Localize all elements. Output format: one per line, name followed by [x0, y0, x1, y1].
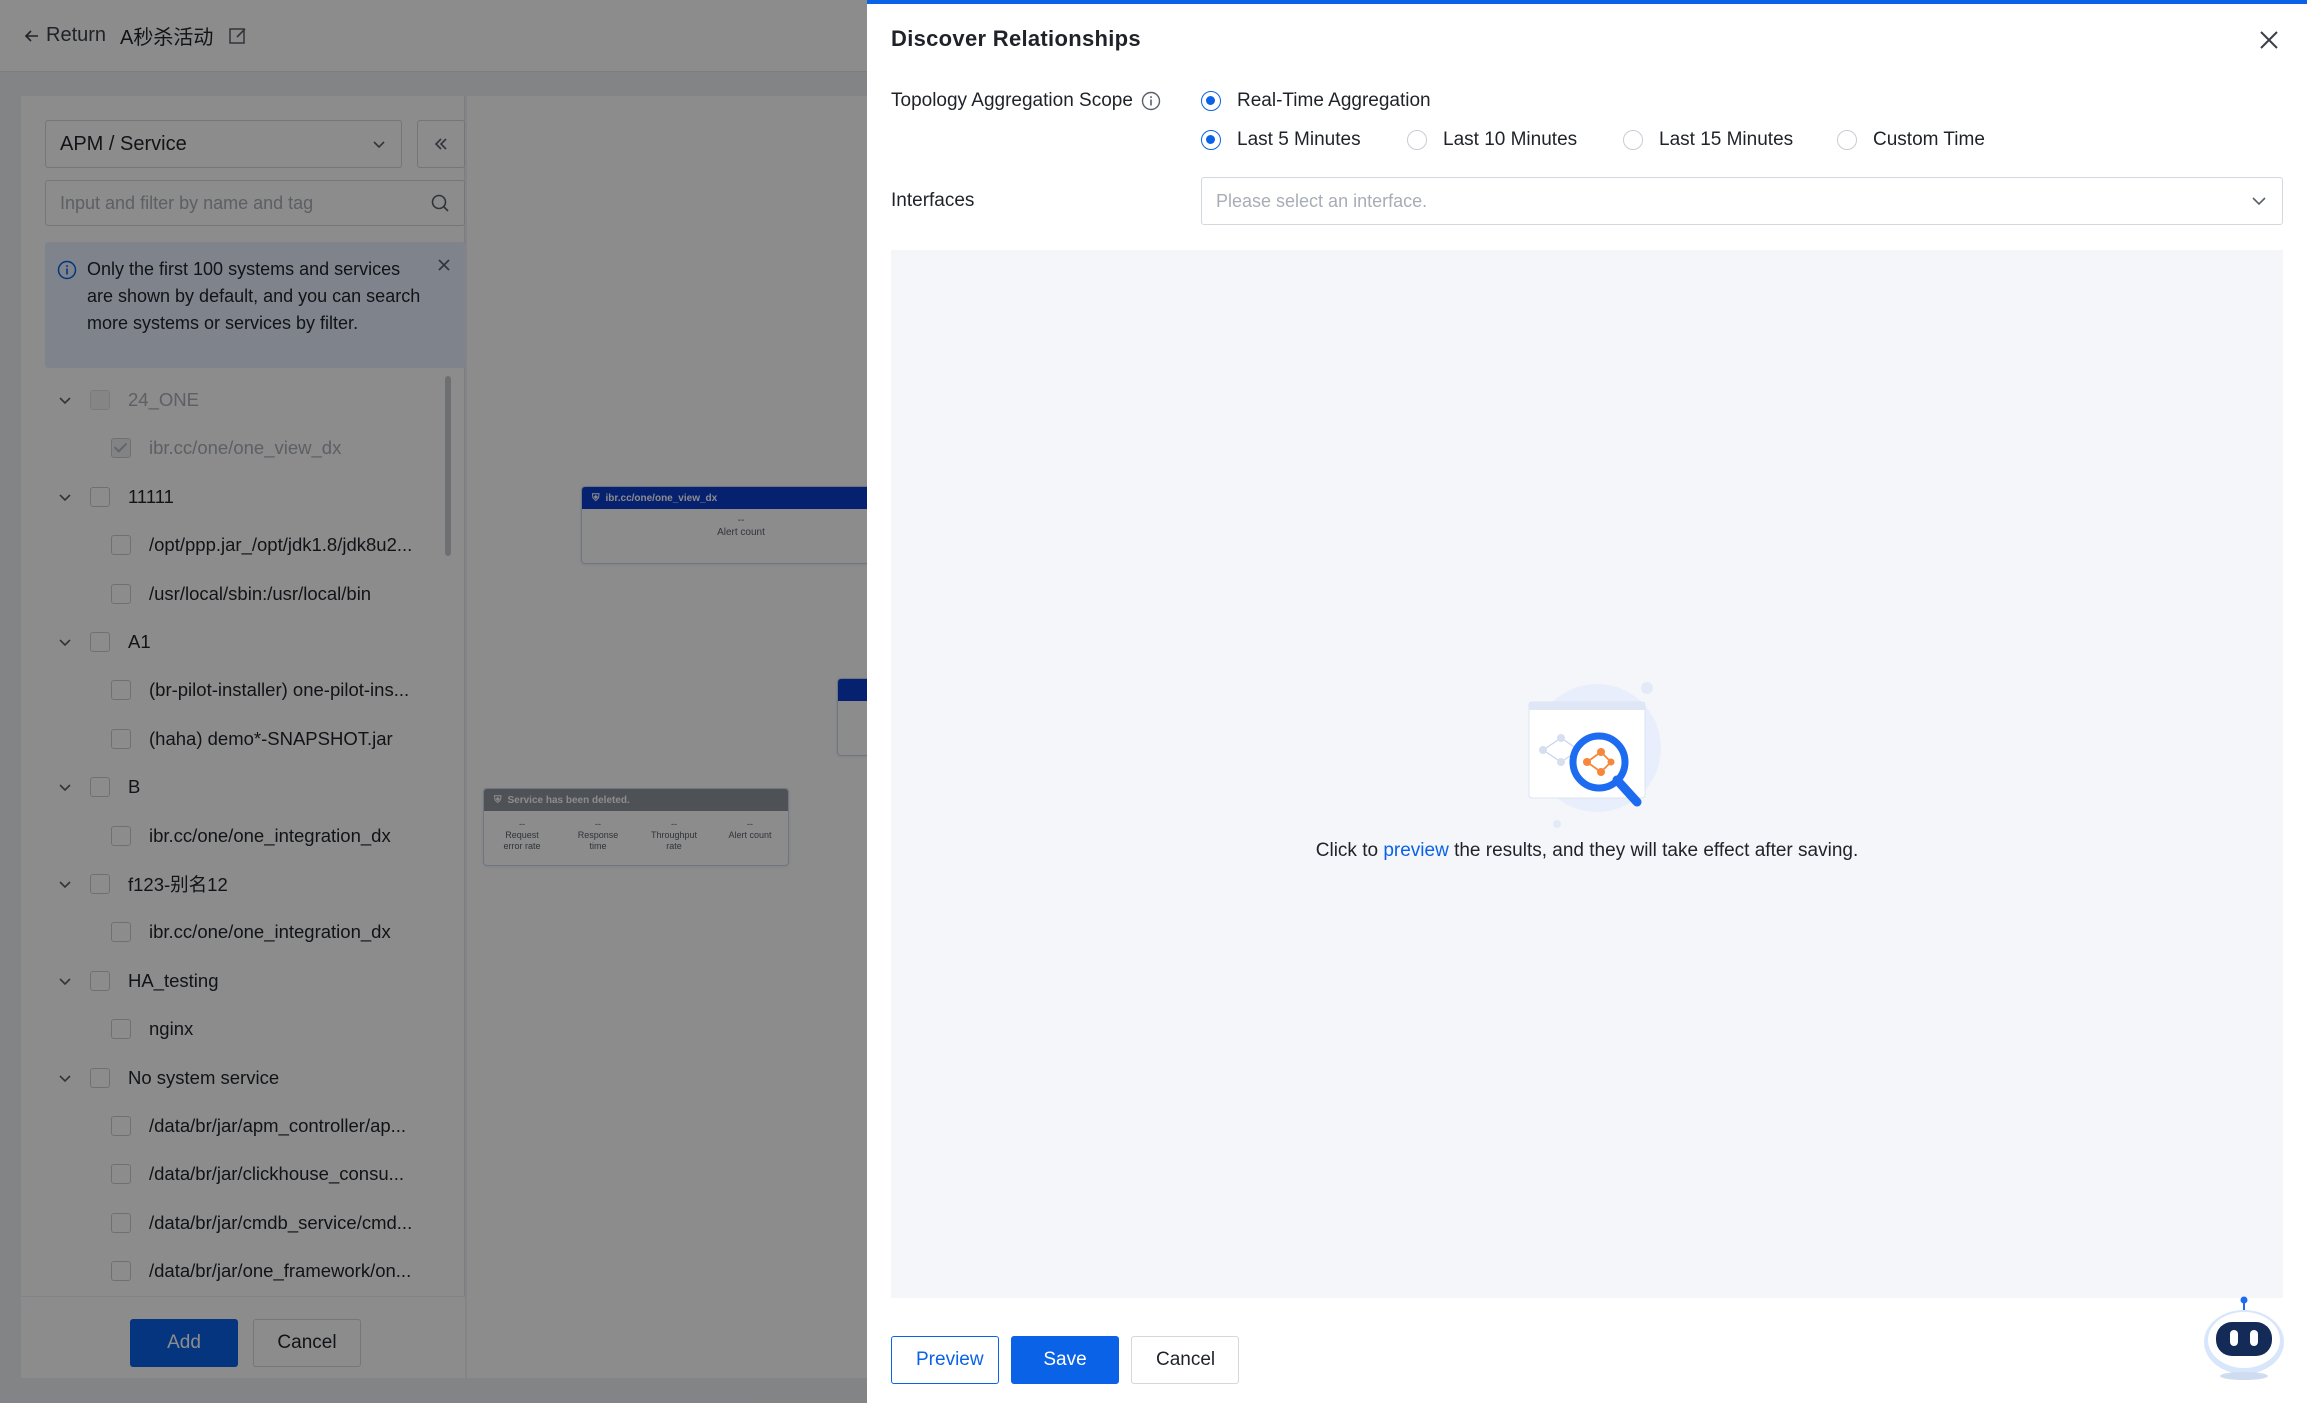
- search-topology-illustration-icon: [1528, 682, 1661, 828]
- radio-label: Last 5 Minutes: [1237, 129, 1361, 150]
- drawer-footer: Preview Save Cancel: [891, 1336, 1239, 1384]
- preview-button[interactable]: Preview: [891, 1336, 999, 1384]
- empty-text-suffix: the results, and they will take effect a…: [1448, 840, 1859, 861]
- radio-label: Last 15 Minutes: [1659, 129, 1794, 150]
- scope-label-text: Topology Aggregation Scope: [891, 90, 1133, 111]
- radio-label: Real-Time Aggregation: [1237, 90, 1431, 111]
- radio-real-time-aggregation[interactable]: Real-Time Aggregation: [1201, 90, 1431, 112]
- empty-state-message: Click to preview the results, and they w…: [891, 840, 2283, 862]
- radio-dot: [1407, 130, 1427, 150]
- preview-link[interactable]: preview: [1383, 840, 1448, 861]
- radio-last-15-minutes[interactable]: Last 15 Minutes: [1623, 129, 1793, 151]
- scope-label: Topology Aggregation Scope: [891, 90, 1161, 112]
- discover-relationships-drawer: Discover Relationships Topology Aggregat…: [867, 0, 2307, 1403]
- drawer-title: Discover Relationships: [891, 26, 1141, 51]
- radio-label: Custom Time: [1873, 129, 1985, 150]
- radio-label: Last 10 Minutes: [1443, 129, 1578, 150]
- radio-custom-time[interactable]: Custom Time: [1837, 129, 1985, 151]
- radio-dot: [1837, 130, 1857, 150]
- assistant-robot-icon[interactable]: [2200, 1294, 2288, 1382]
- chevron-down-icon: [2252, 197, 2266, 206]
- info-icon[interactable]: [1141, 91, 1161, 111]
- radio-dot: [1201, 91, 1221, 111]
- preview-result-area: Click to preview the results, and they w…: [891, 250, 2283, 1298]
- interface-select[interactable]: Please select an interface.: [1201, 177, 2283, 225]
- radio-dot: [1201, 130, 1221, 150]
- empty-text-prefix: Click to: [1315, 840, 1384, 861]
- cancel-button[interactable]: Cancel: [1131, 1336, 1239, 1384]
- radio-last-5-minutes[interactable]: Last 5 Minutes: [1201, 129, 1361, 151]
- radio-dot: [1623, 130, 1643, 150]
- save-button[interactable]: Save: [1011, 1336, 1119, 1384]
- radio-last-10-minutes[interactable]: Last 10 Minutes: [1407, 129, 1577, 151]
- close-icon[interactable]: [2255, 26, 2283, 54]
- interface-select-placeholder: Please select an interface.: [1216, 190, 1428, 211]
- interfaces-label: Interfaces: [891, 190, 975, 211]
